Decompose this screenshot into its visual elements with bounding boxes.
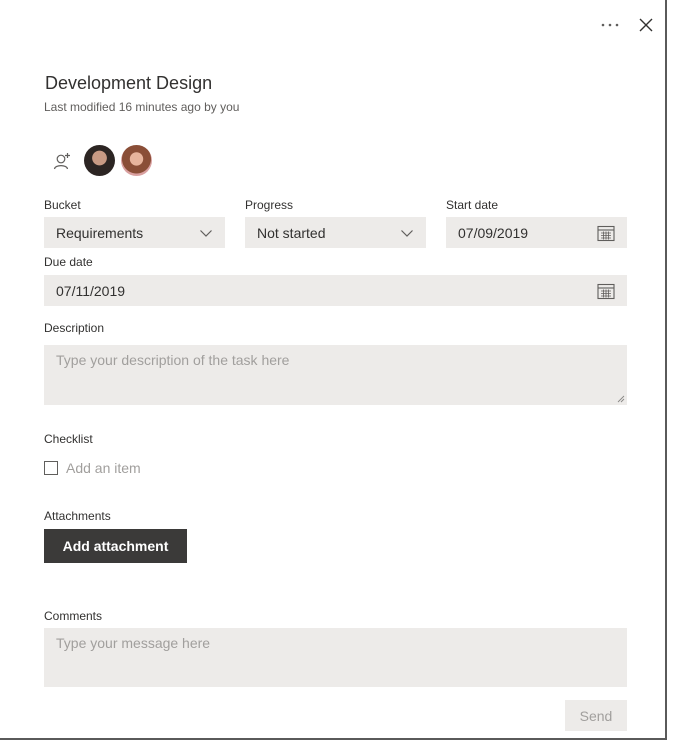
last-modified-text: Last modified 16 minutes ago by you	[44, 100, 240, 114]
chevron-down-icon	[401, 229, 413, 237]
chevron-down-icon	[200, 229, 212, 237]
comments-label: Comments	[44, 609, 103, 623]
bucket-value: Requirements	[56, 224, 144, 241]
avatar[interactable]	[84, 145, 115, 176]
top-actions	[599, 14, 657, 36]
avatar[interactable]	[121, 145, 152, 176]
checklist-label: Checklist	[44, 432, 93, 446]
comment-placeholder: Type your message here	[56, 635, 211, 651]
description-placeholder: Type your description of the task here	[56, 352, 290, 368]
description-label: Description	[44, 321, 105, 335]
due-date-field[interactable]: 07/11/2019	[44, 275, 627, 306]
ellipsis-icon	[601, 23, 619, 27]
add-attachment-button[interactable]: Add attachment	[44, 529, 187, 563]
progress-label: Progress	[245, 198, 294, 212]
checklist-add-input[interactable]: Add an item	[66, 460, 141, 476]
bucket-label: Bucket	[44, 198, 81, 212]
add-person-icon	[53, 152, 70, 169]
attachments-label: Attachments	[44, 509, 111, 523]
more-options-button[interactable]	[599, 14, 621, 36]
task-title[interactable]: Development Design	[45, 73, 212, 94]
close-icon	[639, 18, 653, 32]
assigned-members	[50, 145, 158, 176]
progress-dropdown[interactable]: Not started	[245, 217, 426, 248]
start-date-label: Start date	[446, 198, 499, 212]
checklist-add-row[interactable]: Add an item	[44, 460, 141, 476]
start-date-value: 07/09/2019	[458, 224, 529, 241]
comment-input[interactable]: Type your message here	[44, 628, 627, 687]
send-button[interactable]: Send	[565, 700, 627, 731]
description-input[interactable]: Type your description of the task here	[44, 345, 627, 405]
resize-grip-icon[interactable]	[617, 395, 625, 403]
progress-value: Not started	[257, 224, 326, 241]
checklist-checkbox[interactable]	[44, 461, 58, 475]
close-button[interactable]	[635, 14, 657, 36]
bucket-dropdown[interactable]: Requirements	[44, 217, 225, 248]
calendar-icon[interactable]	[597, 282, 615, 300]
due-date-value: 07/11/2019	[56, 282, 126, 299]
calendar-icon[interactable]	[597, 224, 615, 242]
due-date-label: Due date	[44, 255, 93, 269]
start-date-field[interactable]: 07/09/2019	[446, 217, 627, 248]
assign-button[interactable]	[50, 149, 74, 173]
task-details-panel: Development Design Last modified 16 minu…	[0, 0, 667, 740]
